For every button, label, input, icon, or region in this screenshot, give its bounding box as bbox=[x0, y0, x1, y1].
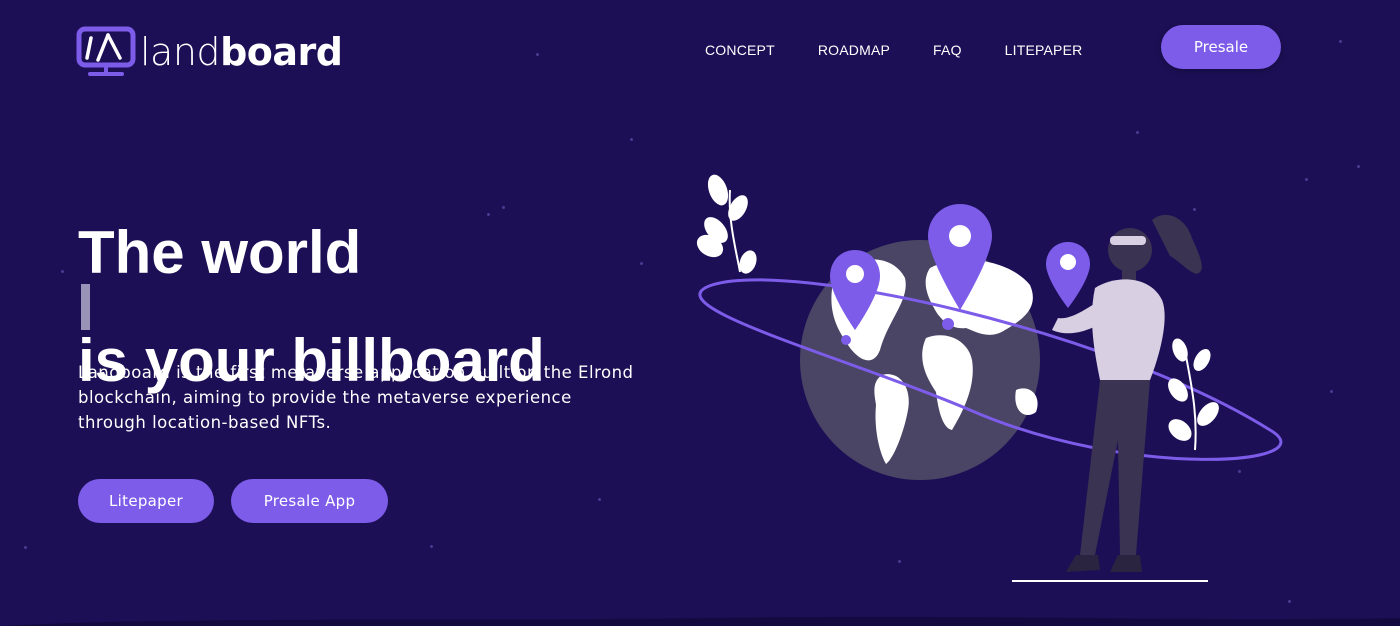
globe-illustration bbox=[696, 174, 1283, 582]
nav-link-concept[interactable]: CONCEPT bbox=[705, 40, 775, 60]
landboard-logo[interactable]: landboard bbox=[76, 26, 343, 78]
logo-text-light: land bbox=[140, 30, 221, 74]
hero-description: Landboard is the first metaverse applica… bbox=[78, 363, 634, 432]
presale-button[interactable]: Presale bbox=[1161, 25, 1281, 69]
map-pin-icon bbox=[1046, 242, 1090, 308]
nav-link-litepaper[interactable]: LITEPAPER bbox=[1005, 40, 1083, 60]
typing-cursor bbox=[81, 284, 90, 330]
plant-right-icon bbox=[1168, 338, 1219, 451]
nav-link-roadmap[interactable]: ROADMAP bbox=[818, 40, 890, 60]
plant-left-icon bbox=[696, 174, 757, 274]
logo-text-bold: board bbox=[220, 30, 343, 74]
nav-link-faq[interactable]: FAQ bbox=[933, 40, 962, 60]
headline-line-1: The world bbox=[78, 219, 362, 286]
billboard-logo-icon bbox=[76, 26, 136, 76]
bottom-wave bbox=[0, 616, 1400, 626]
litepaper-button[interactable]: Litepaper bbox=[78, 479, 214, 523]
main-nav: CONCEPT ROADMAP FAQ LITEPAPER bbox=[705, 40, 1125, 60]
presale-app-button[interactable]: Presale App bbox=[231, 479, 388, 523]
logo-wordmark: landboard bbox=[140, 30, 343, 74]
